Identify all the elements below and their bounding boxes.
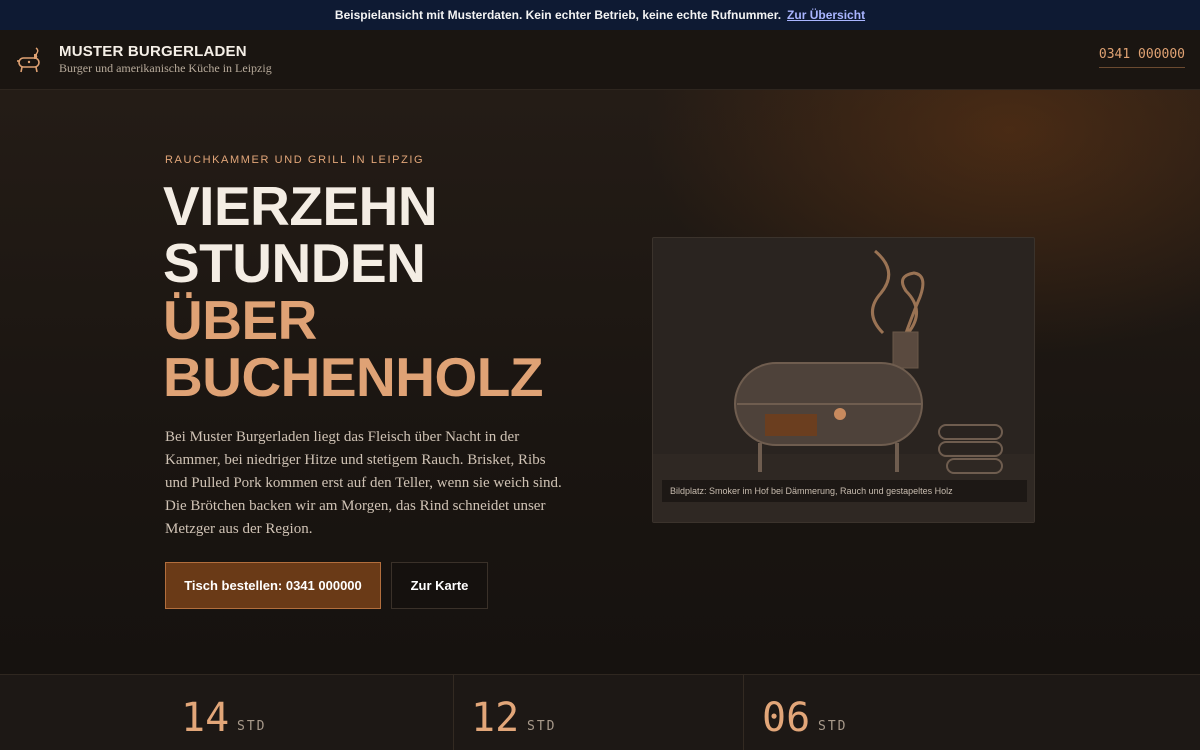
overview-link[interactable]: Zur Übersicht [787,8,865,22]
stat-item: 06 STD [744,675,1200,750]
headline-line-1: VIERZEHN [163,175,438,237]
order-table-button[interactable]: Tisch bestellen: 0341 000000 [165,562,381,609]
site-header: MUSTER BURGERLADEN Burger und amerikanis… [0,30,1200,90]
brand-subtitle: Burger und amerikanische Küche in Leipzi… [59,61,272,75]
stat-value: 14 [181,695,230,741]
brand-title: MUSTER BURGERLADEN [59,43,247,60]
headline-line-3: ÜBER [163,289,317,351]
headline-line-2: STUNDEN [163,232,426,294]
hero-lead-text: Bei Muster Burgerladen liegt das Fleisch… [165,429,562,537]
headline-line-4: BUCHENHOLZ [163,346,543,408]
menu-button[interactable]: Zur Karte [391,562,488,609]
hero-section: RAUCHKAMMER UND GRILL IN LEIPZIG VIERZEH… [0,90,1200,674]
stats-strip: 14 STD 12 STD 06 STD [0,674,1200,750]
stat-item: 14 STD [0,675,454,750]
smoker-grill-icon [17,46,40,72]
hero-headline: VIERZEHN STUNDEN ÜBER BUCHENHOLZ [163,178,543,406]
brand[interactable]: MUSTER BURGERLADEN Burger und amerikanis… [59,43,272,76]
stat-unit: STD [527,719,557,734]
stat-unit: STD [818,719,848,734]
stat-unit: STD [237,719,267,734]
stat-value: 12 [471,695,520,741]
stat-item: 12 STD [454,675,744,750]
header-phone-link[interactable]: 0341 000000 [1098,47,1185,68]
stat-value: 06 [762,695,811,741]
smoker-illustration: Bildplatz: Smoker im Hof bei Dämmerung, … [652,237,1035,523]
demo-banner-text: Beispielansicht mit Musterdaten. Kein ec… [334,8,782,22]
demo-banner: Beispielansicht mit Musterdaten. Kein ec… [0,0,1200,30]
hero-eyebrow: RAUCHKAMMER UND GRILL IN LEIPZIG [165,154,425,166]
image-caption: Bildplatz: Smoker im Hof bei Dämmerung, … [662,480,1027,502]
